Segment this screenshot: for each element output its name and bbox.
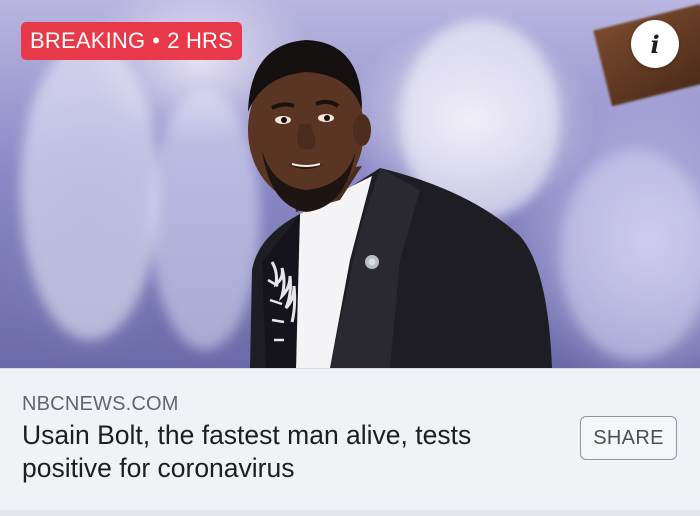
link-preview-card[interactable]: BREAKING • 2 HRS i NBCNEWS.COM Usain Bol…: [0, 0, 700, 516]
bottom-divider: [0, 510, 700, 516]
badge-age: 2 HRS: [167, 28, 233, 53]
badge-separator: •: [152, 28, 161, 53]
info-button[interactable]: i: [631, 20, 679, 68]
link-caption[interactable]: NBCNEWS.COM Usain Bolt, the fastest man …: [0, 368, 700, 516]
share-button[interactable]: SHARE: [580, 416, 677, 460]
breaking-badge: BREAKING • 2 HRS: [21, 22, 242, 60]
article-thumbnail[interactable]: BREAKING • 2 HRS i: [0, 0, 700, 368]
source-domain: NBCNEWS.COM: [22, 393, 179, 415]
badge-label: BREAKING: [30, 28, 146, 53]
info-icon: i: [650, 29, 660, 59]
article-headline[interactable]: Usain Bolt, the fastest man alive, tests…: [22, 419, 552, 485]
